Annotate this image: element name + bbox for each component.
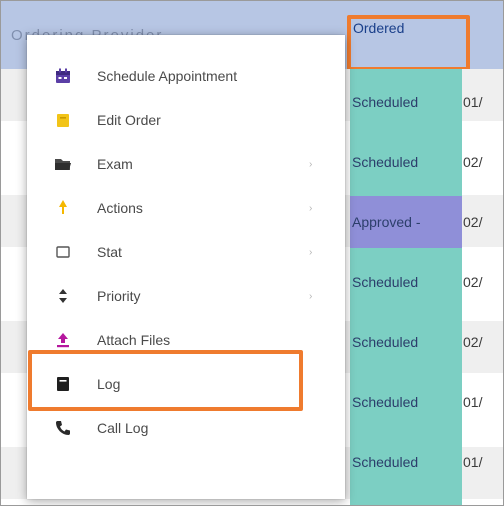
menu-item-label: Stat (97, 244, 122, 260)
folder-icon (53, 110, 73, 130)
ordered-column-highlight (347, 15, 470, 71)
status-cell[interactable]: Scheduled (350, 316, 462, 368)
calendar-icon (53, 66, 73, 86)
chevron-right-icon: › (309, 158, 313, 170)
menu-item-label: Edit Order (97, 112, 161, 128)
menu-item-label: Call Log (97, 420, 149, 436)
menu-item-label: Attach Files (97, 332, 171, 348)
menu-item-schedule-appointment[interactable]: Schedule Appointment (27, 54, 345, 98)
menu-item-actions[interactable]: Actions › (27, 186, 345, 230)
menu-item-stat[interactable]: Stat › (27, 230, 345, 274)
menu-item-label: Priority (97, 288, 141, 304)
date-cell: 02/ (463, 154, 483, 170)
menu-item-call-log[interactable]: Call Log (27, 406, 345, 450)
status-cell[interactable]: Scheduled (350, 376, 462, 428)
menu-item-exam[interactable]: Exam › (27, 142, 345, 186)
date-cell: 02/ (463, 274, 483, 290)
chevron-right-icon: › (309, 290, 313, 302)
date-cell: 01/ (463, 94, 483, 110)
menu-item-edit-order[interactable]: Edit Order (27, 98, 345, 142)
menu-item-label: Actions (97, 200, 143, 216)
date-cell: 01/ (463, 454, 483, 470)
menu-item-label: Schedule Appointment (97, 68, 238, 84)
menu-item-priority[interactable]: Priority › (27, 274, 345, 318)
chevron-right-icon: › (309, 202, 313, 214)
status-cell[interactable]: Scheduled (350, 256, 462, 308)
date-cell: 02/ (463, 214, 483, 230)
status-cell[interactable]: Scheduled (350, 136, 462, 188)
status-cell[interactable]: Scheduled (350, 436, 462, 488)
status-cell[interactable]: Scheduled (350, 76, 462, 128)
context-menu: Schedule Appointment Edit Order Exam › A… (27, 35, 345, 499)
date-cell: 01/ (463, 394, 483, 410)
menu-item-label: Exam (97, 156, 133, 172)
sort-icon (53, 286, 73, 306)
status-cell-approved[interactable]: Approved - (350, 196, 462, 248)
folder-open-icon (53, 154, 73, 174)
date-cell: 02/ (463, 334, 483, 350)
square-icon (53, 242, 73, 262)
order-list-view: Ordering Provider Ordered Scheduled Sche… (0, 0, 504, 506)
lightbulb-icon (53, 198, 73, 218)
chevron-right-icon: › (309, 246, 313, 258)
upload-icon (53, 330, 73, 350)
phone-icon (53, 418, 73, 438)
log-item-highlight (28, 350, 303, 411)
